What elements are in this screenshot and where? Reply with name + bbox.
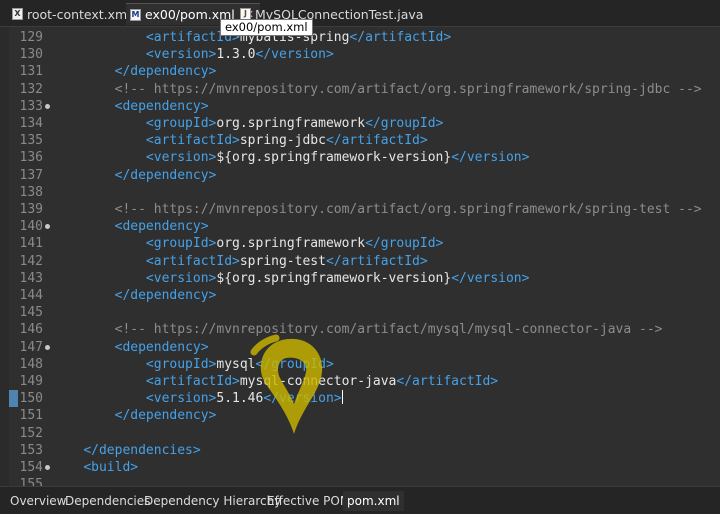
code-text: <groupId>mysql</groupId> (145, 356, 334, 372)
xml-source-editor[interactable]: 129 <artifactId>mybatis-spring</artifact… (0, 27, 720, 486)
code-text: <!-- https://mvnrepository.com/artifact/… (114, 202, 702, 217)
code-line[interactable]: 141 <groupId>org.springframework</groupI… (0, 235, 720, 252)
line-number: 153 (19, 442, 43, 458)
line-number: 138 (19, 184, 43, 200)
code-text: <dependency> (114, 98, 209, 114)
tab-tooltip: ex00/pom.xml (220, 19, 313, 36)
code-line[interactable]: 137 </dependency> (0, 167, 720, 184)
code-line[interactable]: 145 (0, 304, 720, 321)
fold-toggle-icon[interactable] (45, 103, 50, 109)
line-number: 139 (19, 202, 43, 217)
code-text: <version>5.1.46</version> (145, 390, 343, 407)
text-caret (341, 390, 343, 405)
line-number: 145 (19, 305, 43, 321)
line-number: 155 (19, 477, 43, 486)
code-text: <dependency> (114, 219, 209, 235)
line-number: 133 (19, 98, 43, 114)
code-line[interactable]: 131 </dependency> (0, 63, 720, 80)
code-line[interactable]: 129 <artifactId>mybatis-spring</artifact… (0, 29, 720, 46)
code-line[interactable]: 155 (0, 476, 720, 486)
code-text: </dependency> (114, 64, 217, 80)
line-number: 129 (19, 30, 43, 45)
code-line[interactable]: 138 (0, 184, 720, 201)
code-line[interactable]: 133 <dependency> (0, 98, 720, 115)
xml-file-icon: X (12, 8, 23, 20)
code-line[interactable]: 134 <groupId>org.springframework</groupI… (0, 115, 720, 132)
fold-toggle-icon[interactable] (45, 344, 50, 350)
code-text: <!-- https://mvnrepository.com/artifact/… (114, 81, 702, 97)
code-line[interactable]: 146 <!-- https://mvnrepository.com/artif… (0, 321, 720, 338)
code-line[interactable]: 154 <build> (0, 459, 720, 476)
code-text: <!-- https://mvnrepository.com/artifact/… (114, 322, 663, 338)
line-number: 149 (19, 374, 43, 389)
code-text: <artifactId>spring-test</artifactId> (145, 253, 428, 269)
line-number: 147 (19, 339, 43, 355)
code-text: </dependencies> (83, 442, 201, 458)
fold-toggle-icon[interactable] (45, 224, 50, 230)
code-text: <build> (83, 460, 139, 475)
code-text: <version>${org.springframework-version}<… (145, 150, 530, 166)
tab-pom-xml-source[interactable]: pom.xml (343, 491, 404, 511)
line-number: 132 (19, 81, 43, 97)
code-line[interactable]: 130 <version>1.3.0</version> (0, 46, 720, 63)
line-number: 140 (19, 219, 43, 235)
line-number: 144 (19, 288, 43, 303)
code-line[interactable]: 135 <artifactId>spring-jdbc</artifactId> (0, 132, 720, 149)
tab-root-context-xml[interactable]: X root-context.xml (8, 3, 137, 25)
code-line[interactable]: 142 <artifactId>spring-test</artifactId> (0, 253, 720, 270)
line-number: 152 (19, 425, 43, 441)
code-text: </dependency> (114, 288, 217, 303)
code-line[interactable]: 139 <!-- https://mvnrepository.com/artif… (0, 201, 720, 218)
line-number: 151 (19, 408, 43, 424)
line-number: 150 (19, 391, 43, 407)
code-line[interactable]: 140 <dependency> (0, 218, 720, 235)
code-line[interactable]: 136 <version>${org.springframework-versi… (0, 149, 720, 166)
line-number: 142 (19, 253, 43, 269)
code-line[interactable]: 152 (0, 425, 720, 442)
code-line[interactable]: 143 <version>${org.springframework-versi… (0, 270, 720, 287)
code-text: <artifactId>spring-jdbc</artifactId> (145, 133, 428, 149)
code-line[interactable]: 150 <version>5.1.46</version> (0, 390, 720, 408)
code-text: <groupId>org.springframework</groupId> (145, 236, 444, 252)
code-text: <version>${org.springframework-version}<… (145, 270, 530, 286)
line-number: 143 (19, 270, 43, 286)
line-number: 148 (19, 356, 43, 372)
line-number: 135 (19, 133, 43, 149)
code-text: <version>1.3.0</version> (145, 47, 334, 63)
line-number: 137 (19, 167, 43, 183)
tab-effective-pom[interactable]: Effective POM (263, 491, 354, 511)
code-text: <groupId>org.springframework</groupId> (145, 116, 444, 131)
code-line[interactable]: 132 <!-- https://mvnrepository.com/artif… (0, 81, 720, 98)
code-line[interactable]: 144 </dependency> (0, 287, 720, 304)
editor-tab-bar: X root-context.xml M ex00/pom.xml ✕ J My… (0, 0, 720, 27)
fold-toggle-icon[interactable] (45, 465, 50, 470)
code-text: </dependency> (114, 167, 217, 183)
pom-editor-page-tabs: Overview Dependencies Dependency Hierarc… (0, 486, 720, 514)
line-number: 136 (19, 150, 43, 166)
line-number: 141 (19, 236, 43, 252)
code-line[interactable]: 147 <dependency> (0, 339, 720, 356)
code-line[interactable]: 148 <groupId>mysql</groupId> (0, 356, 720, 373)
line-number: 130 (19, 47, 43, 63)
line-number: 134 (19, 116, 43, 131)
line-number: 131 (19, 64, 43, 80)
code-line[interactable]: 153 </dependencies> (0, 442, 720, 459)
tab-label: root-context.xml (27, 6, 131, 22)
line-number: 146 (19, 322, 43, 338)
maven-pom-file-icon: M (130, 8, 141, 21)
code-text: <artifactId>mysql-connector-java</artifa… (145, 374, 499, 389)
code-text: <dependency> (114, 339, 209, 355)
code-line[interactable]: 149 <artifactId>mysql-connector-java</ar… (0, 373, 720, 390)
code-line[interactable]: 151 </dependency> (0, 407, 720, 424)
line-number: 154 (19, 460, 43, 475)
code-text: </dependency> (114, 408, 217, 424)
